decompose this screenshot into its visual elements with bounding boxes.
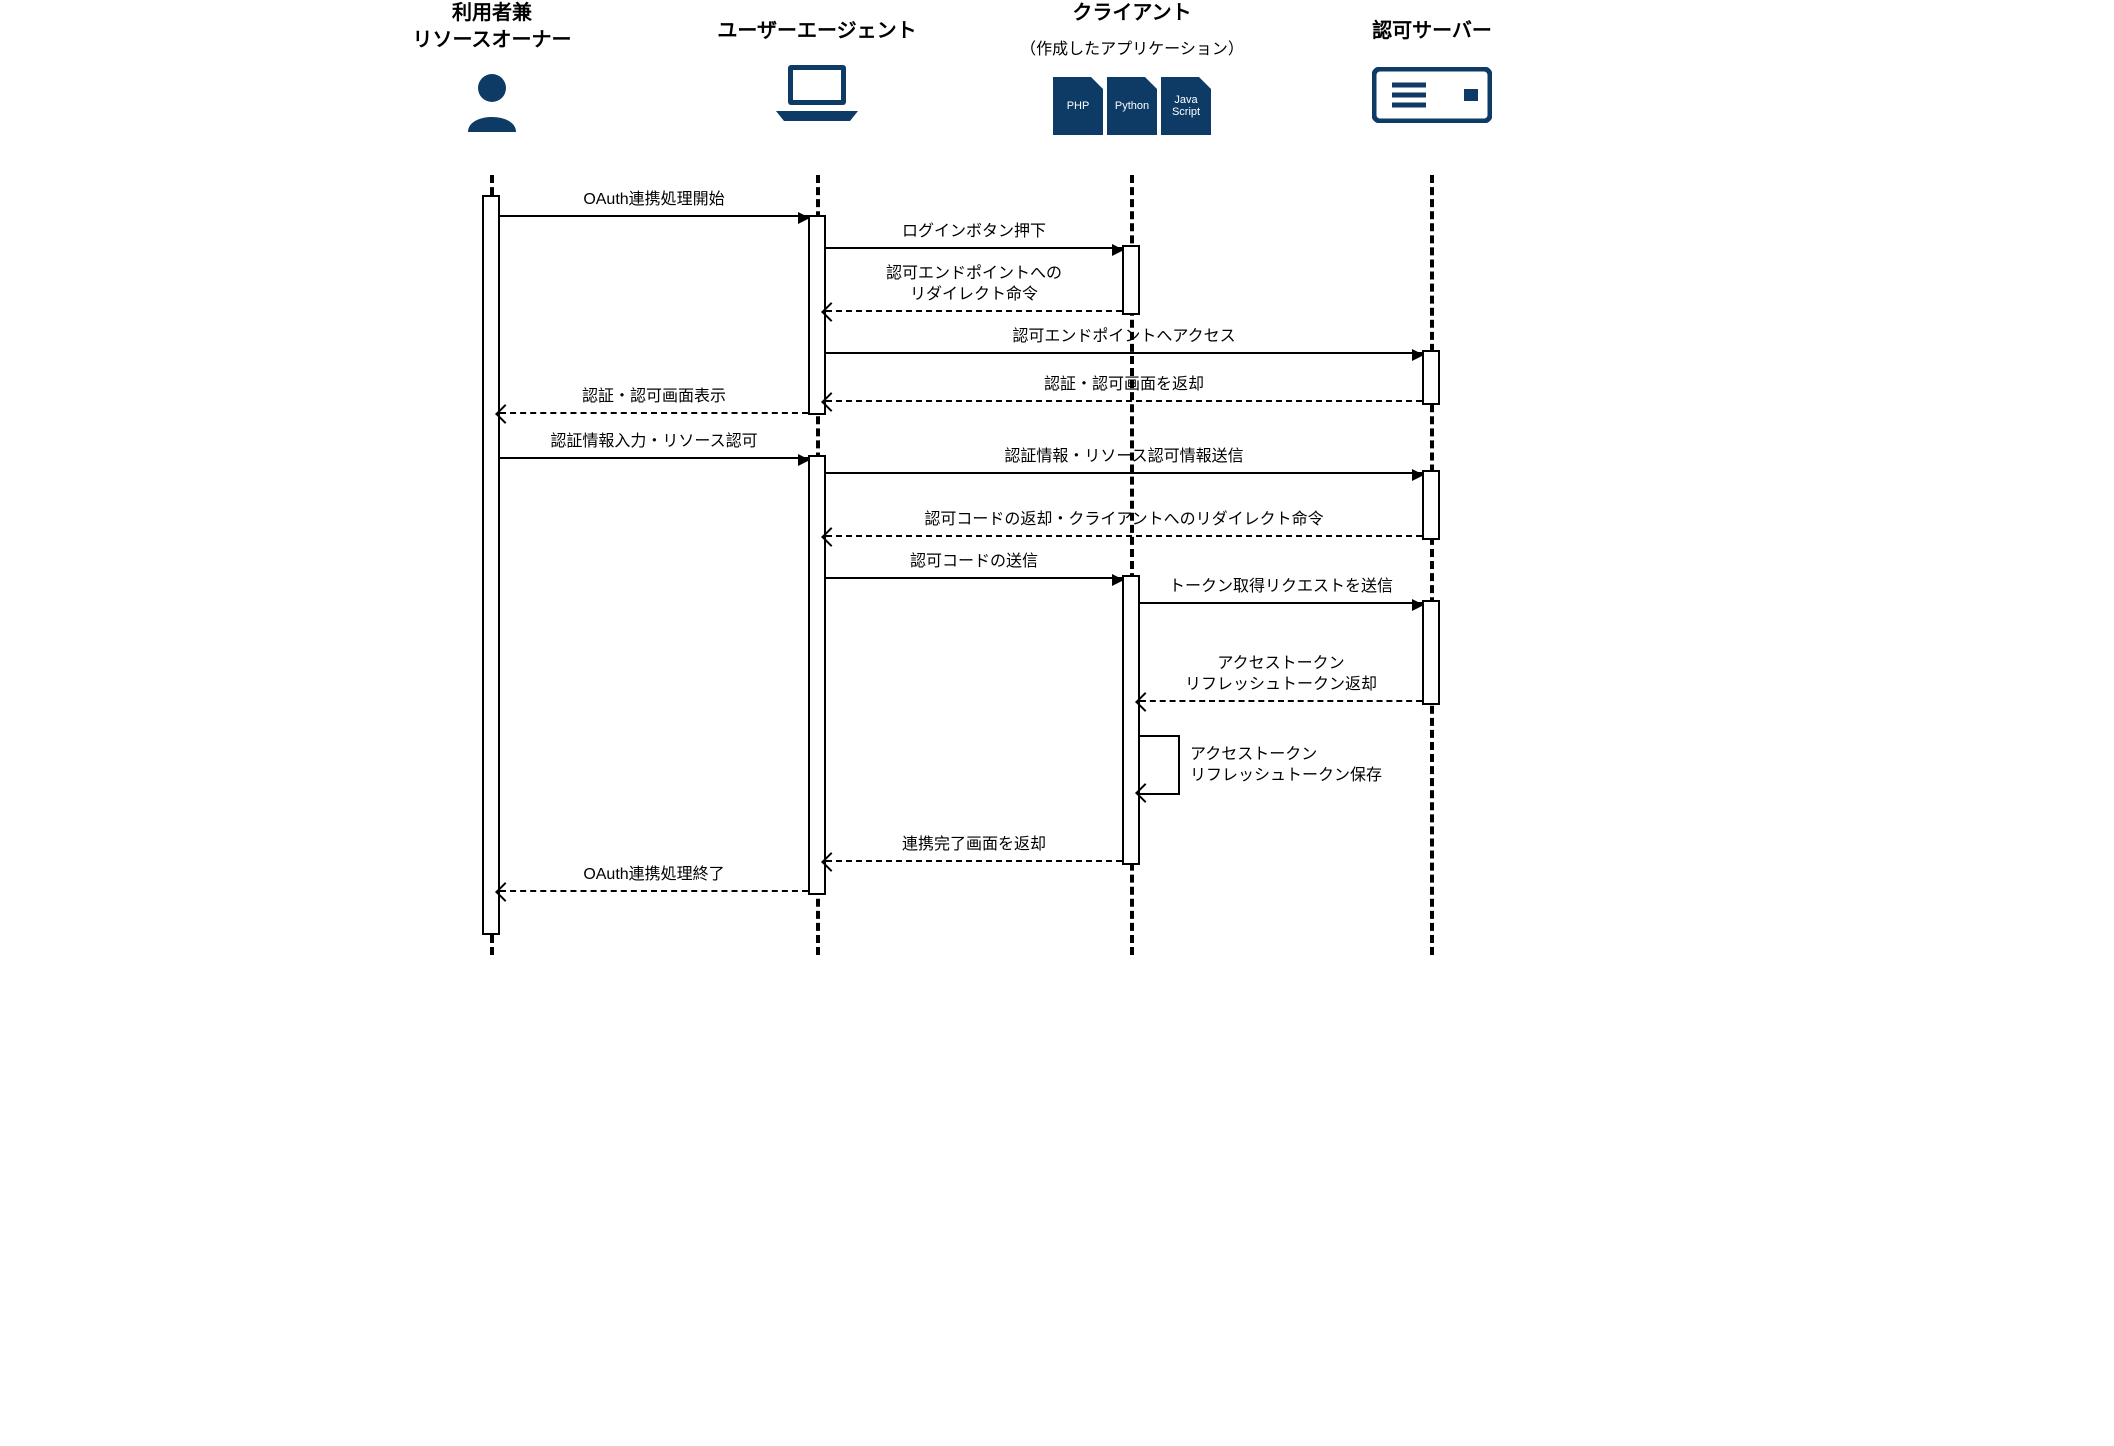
msg-save-tokens-label: アクセストークン リフレッシュトークン保存: [1190, 745, 1382, 787]
participant-user-title2: リソースオーナー: [413, 29, 572, 51]
participant-client-subtitle: （作成したアプリケーション）: [1002, 35, 1262, 59]
file-icon-js: Java Script: [1161, 77, 1211, 135]
participant-client: クライアント （作成したアプリケーション） PHP Python Java Sc…: [1002, 0, 1262, 135]
participant-user-title1: 利用者兼: [452, 2, 532, 24]
msg-send-authz-code: 認可コードの送信: [826, 577, 1122, 579]
activation-agent-2: [808, 455, 826, 895]
participant-agent: ユーザーエージェント: [692, 18, 942, 123]
msg-return-complete-screen: 連携完了画面を返却: [826, 860, 1122, 862]
participant-server: 認可サーバー: [1342, 18, 1522, 123]
file-icon-php: PHP: [1053, 77, 1103, 135]
activation-client-2: [1122, 575, 1140, 865]
msg-token-request: トークン取得リクエストを送信: [1140, 602, 1422, 604]
activation-server-1: [1422, 350, 1440, 405]
msg-send-credentials: 認証情報・リソース認可情報送信: [826, 472, 1422, 474]
server-icon: [1372, 67, 1492, 123]
msg-oauth-start: OAuth連携処理開始: [500, 215, 808, 217]
msg-show-authz-screen: 認証・認可画面表示: [500, 412, 808, 414]
msg-token-response: アクセストークンリフレッシュトークン返却: [1140, 700, 1422, 702]
sequence-diagram: 利用者兼 リソースオーナー ユーザーエージェント クライアント （作成したアプリ…: [332, 0, 1782, 990]
activation-user-main: [482, 195, 500, 935]
lifeline-server: [1430, 175, 1434, 955]
msg-access-authz-endpoint: 認可エンドポイントへアクセス: [826, 352, 1422, 354]
msg-login-button: ログインボタン押下: [826, 247, 1122, 249]
person-icon: [464, 70, 520, 132]
activation-client-1: [1122, 245, 1140, 315]
activation-server-2: [1422, 470, 1440, 540]
participant-user: 利用者兼 リソースオーナー: [402, 0, 582, 132]
msg-save-tokens-box: [1140, 735, 1180, 795]
code-file-icons: PHP Python Java Script: [1053, 77, 1211, 135]
msg-return-authz-code: 認可コードの返却・クライアントへのリダイレクト命令: [826, 535, 1422, 537]
file-icon-python: Python: [1107, 77, 1157, 135]
participant-client-title: クライアント: [1002, 0, 1262, 27]
msg-input-credentials: 認証情報入力・リソース認可: [500, 457, 808, 459]
msg-oauth-end: OAuth連携処理終了: [500, 890, 808, 892]
laptop-icon: [772, 61, 862, 123]
participant-server-title: 認可サーバー: [1342, 18, 1522, 45]
activation-server-3: [1422, 600, 1440, 705]
msg-return-authz-screen: 認証・認可画面を返却: [826, 400, 1422, 402]
participant-agent-title: ユーザーエージェント: [692, 18, 942, 45]
msg-redirect-cmd: 認可エンドポイントへのリダイレクト命令: [826, 310, 1122, 312]
